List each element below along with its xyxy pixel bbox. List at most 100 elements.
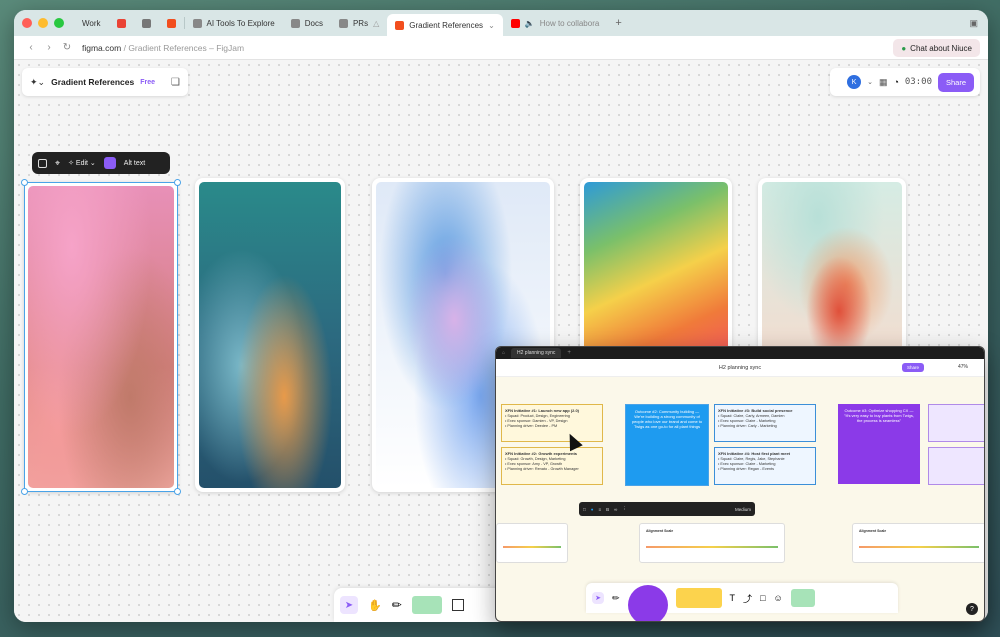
overlay-tab[interactable]: H2 planning sync <box>511 348 562 358</box>
pages-icon[interactable]: ❏ <box>171 77 180 88</box>
help-button[interactable]: ? <box>966 603 978 615</box>
resize-handle[interactable] <box>21 488 28 495</box>
marker-tool-icon[interactable]: ✏ <box>612 593 620 604</box>
timeline-card[interactable] <box>496 523 568 563</box>
bold-icon[interactable]: B <box>606 507 609 512</box>
edit-menu[interactable]: ✧ Edit ⌄ <box>68 159 96 167</box>
link-icon[interactable]: ∞ <box>614 507 617 512</box>
gradient-image-rainbow[interactable] <box>580 178 732 358</box>
tab-calendar[interactable] <box>134 13 159 33</box>
scale-line <box>859 546 979 548</box>
avatar[interactable]: K <box>847 75 862 89</box>
align-icon[interactable]: ≡ <box>598 507 601 512</box>
hand-tool-icon[interactable]: ✋ <box>368 599 382 612</box>
color-icon[interactable]: ● <box>591 507 594 512</box>
figma-menu-icon[interactable]: ✦⌄ <box>30 77 45 88</box>
address-bar: ‹ › ↻ figma.com / Gradient References – … <box>14 36 988 60</box>
tab-figma[interactable] <box>159 13 184 33</box>
scale-line <box>503 546 561 548</box>
sidebar-toggle-icon[interactable]: ▣ <box>969 18 978 29</box>
sticky-tool-icon[interactable] <box>411 596 442 614</box>
overlay-title[interactable]: H2 planning sync <box>719 365 761 371</box>
text-tool-icon[interactable]: T <box>730 593 736 603</box>
alt-text-icon[interactable] <box>103 157 116 169</box>
calendar-icon <box>141 18 151 28</box>
shape-tool-circle[interactable] <box>627 585 668 621</box>
screen-share-overlay: ⌂ H2 planning sync + H2 planning sync Sh… <box>495 346 985 622</box>
timer-icon[interactable]: ◔ <box>893 77 898 87</box>
overlay-bottom-toolbar: ➤ ✏ T ⤴ □ ☺ <box>586 583 898 621</box>
minimize-window-button[interactable] <box>38 18 48 28</box>
sticky-note[interactable]: XFN Initiative #2: Growth experiments • … <box>501 447 603 485</box>
chat-about-button[interactable]: ● Chat about Niuce <box>893 39 980 57</box>
tab-gmail[interactable] <box>109 13 134 33</box>
bottom-toolbar: ➤ ✋ ✏ <box>334 588 504 622</box>
gradient-image-coral[interactable] <box>758 178 906 358</box>
cursor-tool-icon[interactable]: ➤ <box>340 596 358 614</box>
forward-icon[interactable]: › <box>40 42 58 53</box>
resize-handle[interactable] <box>21 179 28 186</box>
section-tool-icon[interactable]: □ <box>760 593 765 603</box>
widget-tool-icon[interactable] <box>790 589 815 607</box>
overlay-format-toolbar: □ ● ≡ B ∞ ⋮ Medium <box>579 502 755 516</box>
new-tab-button[interactable]: + <box>567 350 571 356</box>
sticky-note[interactable]: XFN Initiative #1: Launch new app (2.0) … <box>501 404 603 442</box>
share-button[interactable]: Share <box>937 72 974 92</box>
sticky-note[interactable] <box>928 404 984 442</box>
stamp-tool-icon[interactable]: ☺ <box>774 593 783 603</box>
overlay-share-button[interactable]: Share <box>901 363 924 372</box>
back-icon[interactable]: ‹ <box>22 42 40 53</box>
gradient-image <box>762 182 902 354</box>
zoom-level[interactable]: 47% <box>958 364 968 370</box>
plan-badge[interactable]: Free <box>140 79 155 86</box>
chevron-down-icon[interactable]: ⌄ <box>867 78 873 86</box>
tab-prs[interactable]: PRs △ <box>331 13 387 33</box>
shape-tool-icon[interactable] <box>451 599 464 611</box>
cursor-tool-icon[interactable]: ➤ <box>592 592 604 604</box>
selection-frame <box>24 182 178 492</box>
outcome-card-purple[interactable]: Outcome #3: Optimize shopping CX — "It's… <box>838 404 920 484</box>
marker-tool-icon[interactable]: ✏ <box>392 598 402 612</box>
new-tab-button[interactable]: + <box>607 13 629 33</box>
chat-icon: ● <box>901 43 907 53</box>
collab-bar: K ⌄ ▦ ◔ 03:00 Share <box>830 68 980 96</box>
shape-icon[interactable]: □ <box>583 507 586 512</box>
home-icon[interactable]: ⌂ <box>502 350 505 356</box>
alt-text-button[interactable]: Alt text <box>124 160 145 167</box>
file-name[interactable]: Gradient References <box>51 77 134 87</box>
gradient-image-teal[interactable] <box>195 178 345 492</box>
outcome-card-blue[interactable]: Outcome #2: Community building — We're b… <box>625 404 709 486</box>
tab-work[interactable]: Work <box>74 13 109 33</box>
sticky-note[interactable] <box>928 447 984 485</box>
warning-icon: △ <box>373 18 380 28</box>
folder-icon <box>338 18 348 28</box>
tab-youtube[interactable]: 🔈 How to collabora <box>503 13 608 33</box>
url-field[interactable]: figma.com / Gradient References – FigJam <box>82 43 244 53</box>
layout-icon[interactable]: ▦ <box>879 77 888 88</box>
speaker-icon: 🔈 <box>524 18 535 28</box>
tab-gradient-references[interactable]: Gradient References ⌄ <box>387 14 503 36</box>
timeline-card[interactable]: Alignment Scale <box>852 523 984 563</box>
image-toolbar: ⌖ ✧ Edit ⌄ Alt text <box>32 152 170 174</box>
size-select[interactable]: Medium <box>735 507 751 512</box>
crop-icon[interactable]: ⌖ <box>55 158 60 169</box>
reload-icon[interactable]: ↻ <box>58 42 76 53</box>
resize-handle[interactable] <box>174 488 181 495</box>
list-icon[interactable]: ⋮ <box>622 506 627 512</box>
tab-docs[interactable]: Docs <box>283 13 331 33</box>
timeline-card[interactable]: Alignment Scale <box>639 523 785 563</box>
sticky-note[interactable]: XFN Initiative #4: Host first plant meet… <box>714 447 816 485</box>
sticky-tool-icon[interactable] <box>675 588 722 608</box>
sticky-note[interactable]: XFN Initiative #3: Build social presence… <box>714 404 816 442</box>
tab-ai-tools[interactable]: AI Tools To Explore <box>185 13 283 33</box>
resize-handle[interactable] <box>174 179 181 186</box>
connector-tool-icon[interactable]: ⤴ <box>743 592 752 605</box>
gmail-icon <box>116 18 126 28</box>
folder-icon <box>290 18 300 28</box>
timer-readout[interactable]: 03:00 <box>905 77 932 87</box>
figma-icon <box>395 20 405 30</box>
close-window-button[interactable] <box>22 18 32 28</box>
youtube-icon <box>510 18 520 28</box>
image-icon[interactable] <box>38 158 47 168</box>
maximize-window-button[interactable] <box>54 18 64 28</box>
